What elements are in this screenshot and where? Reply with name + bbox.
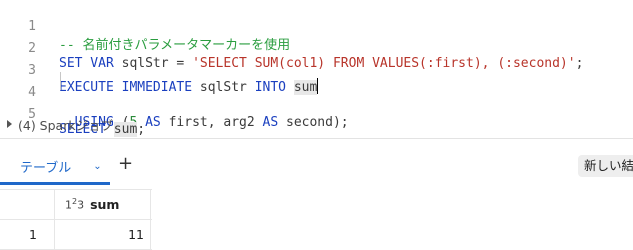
table-cell[interactable]: 11 [55, 220, 151, 249]
active-tab-indicator [0, 182, 110, 185]
integer-type-icon: 123 [65, 197, 85, 212]
code-keyword: AS [262, 115, 279, 130]
code-keyword: AS [145, 115, 161, 130]
indent-guide [60, 72, 61, 90]
row-index: 1 [29, 227, 37, 242]
results-panel: テーブル ⌄ + 新しい結果 123 sum 1 11 [0, 138, 633, 250]
code-editor[interactable]: 1 -- 名前付きパラメータマーカーを使用 2 SET VAR sqlStr =… [0, 0, 633, 137]
code-line: 5 SELECT sum; [0, 92, 633, 137]
spark-jobs-label: (4) Sparkジョブ [18, 117, 114, 133]
add-visualization-button[interactable]: + [118, 153, 133, 174]
column-header-label: sum [90, 197, 120, 212]
new-result-button[interactable]: 新しい結果 [578, 155, 633, 177]
column-header-sum[interactable]: 123 sum [55, 190, 151, 219]
table-header-row: 123 sum [0, 189, 152, 220]
tab-table[interactable]: テーブル ⌄ [20, 157, 102, 176]
code-line: 1 -- 名前付きパラメータマーカーを使用 [0, 4, 633, 53]
cell-value: 11 [128, 227, 144, 242]
expand-triangle-icon [7, 120, 12, 128]
row-index-header [0, 190, 55, 219]
results-tabbar: テーブル ⌄ + 新しい結果 [0, 139, 633, 186]
row-index-cell: 1 [0, 220, 55, 249]
chevron-down-icon[interactable]: ⌄ [93, 161, 101, 172]
code-line: 3 EXECUTE IMMEDIATE sqlStr INTO sum [0, 48, 633, 95]
spark-jobs-toggle[interactable]: (4) Sparkジョブ [0, 114, 113, 134]
code-identifier: second); [278, 115, 349, 130]
table-row: 1 11 [0, 220, 152, 250]
code-punct: ; [137, 122, 146, 137]
results-table: 123 sum 1 11 [0, 189, 152, 250]
code-identifier: first, arg2 [160, 115, 263, 130]
code-identifier-highlight: sum [113, 122, 138, 137]
code-line: 2 SET VAR sqlStr = 'SELECT SUM(col1) FRO… [0, 26, 633, 71]
code-line: 4 USING (5 AS first, arg2 AS second); [0, 70, 633, 130]
tab-table-label: テーブル [20, 161, 72, 176]
